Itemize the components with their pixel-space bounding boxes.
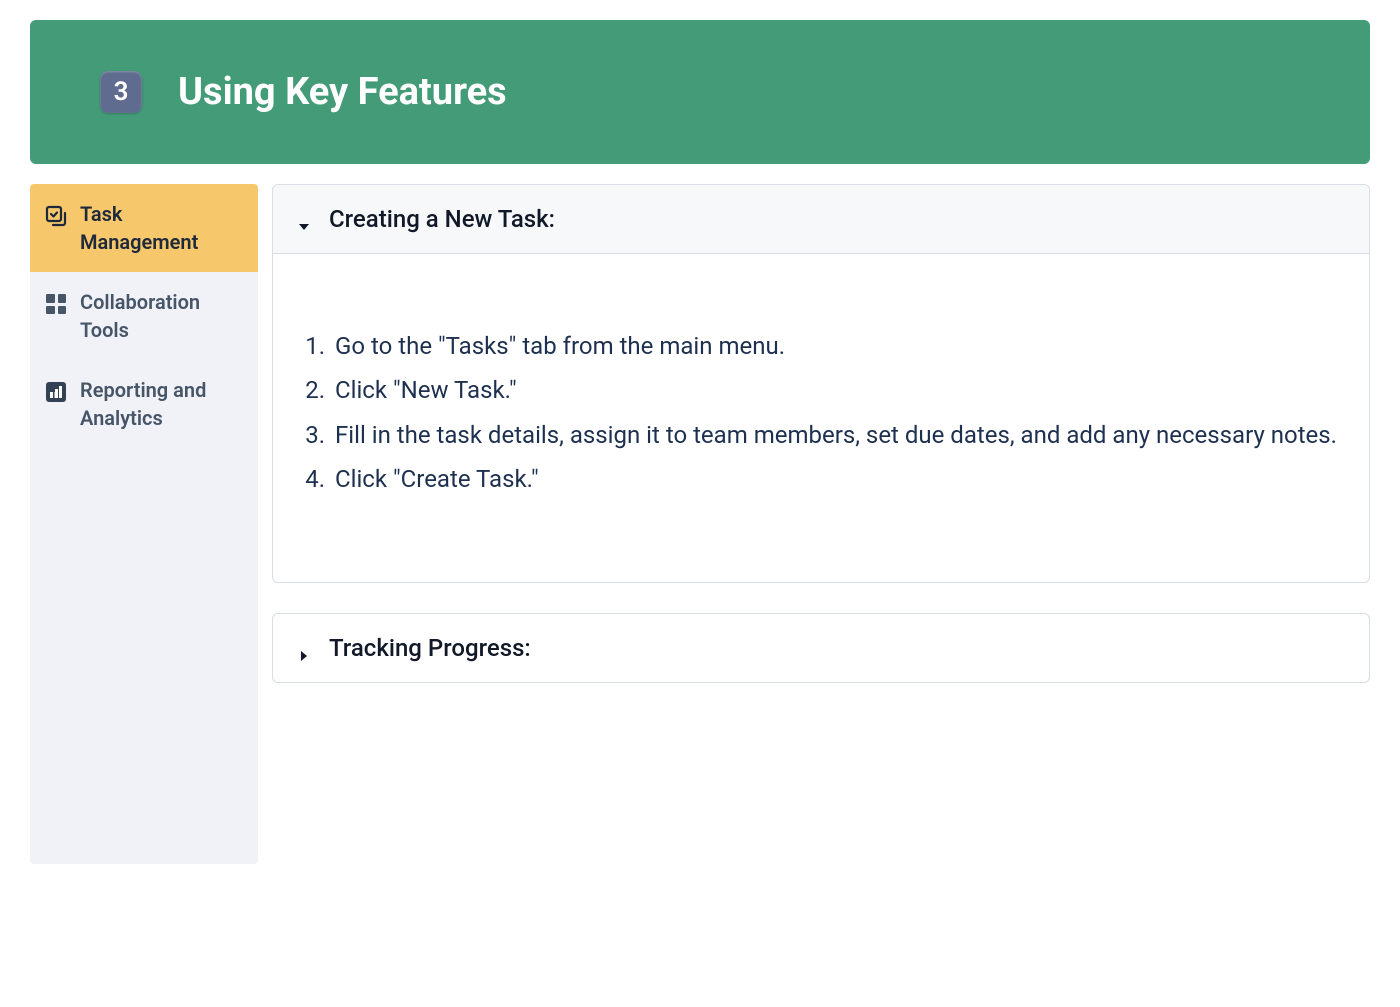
section-number: 3 (114, 77, 129, 107)
accordion-header[interactable]: Tracking Progress: (273, 614, 1369, 682)
section-number-badge: 3 (100, 71, 142, 113)
step-item: Click "New Task." (331, 368, 1339, 412)
accordion-creating-new-task: Creating a New Task: Go to the "Tasks" t… (272, 184, 1370, 583)
accordion-title: Tracking Progress: (329, 634, 531, 662)
step-item: Fill in the task details, assign it to t… (331, 413, 1339, 457)
step-item: Go to the "Tasks" tab from the main menu… (331, 324, 1339, 368)
accordion-tracking-progress: Tracking Progress: (272, 613, 1370, 683)
accordion-body: Go to the "Tasks" tab from the main menu… (273, 254, 1369, 582)
sidebar-item-label: Task Management (80, 200, 244, 256)
main-content: Creating a New Task: Go to the "Tasks" t… (272, 184, 1370, 864)
steps-list: Go to the "Tasks" tab from the main menu… (303, 324, 1339, 502)
task-check-icon (44, 204, 68, 228)
accordion-header[interactable]: Creating a New Task: (273, 185, 1369, 254)
step-item: Click "Create Task." (331, 457, 1339, 501)
sidebar-nav: Task Management Collaboration Tools Repo… (30, 184, 258, 864)
squares-icon (44, 292, 68, 316)
sidebar-item-label: Reporting and Analytics (80, 376, 244, 432)
section-title: Using Key Features (178, 70, 507, 114)
sidebar-item-reporting-analytics[interactable]: Reporting and Analytics (30, 360, 258, 448)
sidebar-item-collaboration-tools[interactable]: Collaboration Tools (30, 272, 258, 360)
sidebar-item-label: Collaboration Tools (80, 288, 244, 344)
sidebar-item-task-management[interactable]: Task Management (30, 184, 258, 272)
chevron-right-icon (297, 641, 311, 655)
chevron-down-icon (297, 212, 311, 226)
chart-icon (44, 380, 68, 404)
accordion-title: Creating a New Task: (329, 205, 555, 233)
section-banner: 3 Using Key Features (30, 20, 1370, 164)
